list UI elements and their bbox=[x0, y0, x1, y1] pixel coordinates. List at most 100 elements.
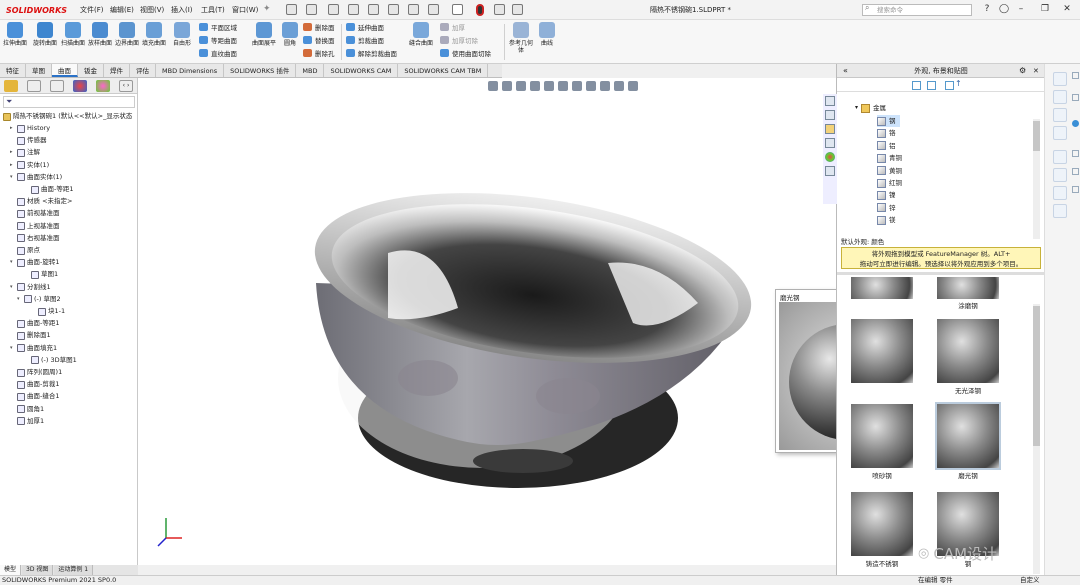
tree-node[interactable]: ▾ 曲面实体(1) bbox=[10, 172, 62, 183]
fillet-button[interactable]: 圆角 bbox=[277, 22, 303, 62]
tab-weldments[interactable]: 焊件 bbox=[104, 64, 130, 77]
tree-node[interactable]: 右视基准面 bbox=[10, 233, 60, 244]
thumbs-scrollbar[interactable] bbox=[1033, 304, 1040, 574]
material-item[interactable]: 镁 bbox=[877, 214, 900, 226]
strip-small-icon[interactable] bbox=[1072, 94, 1079, 101]
expand-toggle-icon[interactable]: ▸ bbox=[10, 123, 15, 134]
new-icon[interactable] bbox=[306, 4, 317, 15]
help-icon[interactable]: ? bbox=[980, 3, 994, 15]
tree-node[interactable]: 曲面-等距1 bbox=[24, 184, 73, 195]
menu-insert[interactable]: 插入(I) bbox=[171, 5, 193, 15]
strip-tool-icon[interactable] bbox=[1053, 186, 1067, 200]
tree-node[interactable]: 圆角1 bbox=[10, 404, 44, 415]
material-list-scrollbar[interactable] bbox=[1033, 119, 1040, 239]
explorer-tab-icon[interactable] bbox=[825, 138, 835, 148]
strip-small-icon[interactable] bbox=[1072, 168, 1079, 175]
appearances-tab-icon[interactable] bbox=[825, 152, 835, 162]
tree-node[interactable]: 块1-1 bbox=[31, 306, 65, 317]
curves-button[interactable]: 曲线 bbox=[534, 22, 560, 62]
user-icon[interactable]: ◯ bbox=[997, 3, 1011, 15]
delete-face-button[interactable]: 删除面 bbox=[303, 22, 343, 32]
appearance-thumbnail[interactable] bbox=[935, 402, 1001, 470]
custom-properties-tab-icon[interactable] bbox=[825, 166, 835, 176]
file-properties-icon[interactable] bbox=[494, 4, 505, 15]
undo-icon[interactable] bbox=[388, 4, 399, 15]
expand-toggle-icon[interactable]: ▸ bbox=[10, 160, 15, 171]
property-manager-tab-icon[interactable] bbox=[27, 80, 41, 92]
boundary-surface-button[interactable]: 边界曲面 bbox=[114, 22, 140, 62]
extrude-surface-button[interactable]: 拉伸曲面 bbox=[2, 22, 28, 62]
tree-node[interactable]: ▾ 分割线1 bbox=[10, 282, 51, 293]
surface-cut-button[interactable]: 使用曲面切除 bbox=[440, 48, 502, 58]
scrollbar-thumb[interactable] bbox=[1033, 121, 1040, 151]
options-gear-icon[interactable] bbox=[512, 4, 523, 15]
tree-node[interactable]: ▾ 曲面填充1 bbox=[10, 343, 57, 354]
strip-tool-icon[interactable] bbox=[1053, 168, 1067, 182]
solidworks-logo[interactable]: SOLIDWORKS bbox=[4, 3, 67, 17]
menu-window[interactable]: 窗口(W) bbox=[232, 5, 258, 15]
tab-model[interactable]: 模型 bbox=[0, 565, 22, 575]
tab-sketch[interactable]: 草图 bbox=[26, 64, 52, 77]
tree-node[interactable]: 上视基准面 bbox=[10, 221, 60, 232]
surface-flatten-button[interactable]: 曲面展平 bbox=[251, 22, 277, 62]
expand-toggle-icon[interactable]: ▾ bbox=[10, 343, 15, 354]
refresh-icon[interactable] bbox=[945, 81, 954, 90]
thicken-button[interactable]: 加厚 bbox=[440, 22, 502, 32]
expand-toggle-icon[interactable]: ▸ bbox=[10, 147, 15, 158]
sweep-surface-button[interactable]: 扫描曲面 bbox=[60, 22, 86, 62]
tree-filter-field[interactable]: ⏷ bbox=[3, 96, 135, 108]
close-button[interactable]: ✕ bbox=[1060, 3, 1074, 15]
strip-tool-icon[interactable] bbox=[1053, 126, 1067, 140]
back-icon[interactable] bbox=[912, 81, 921, 90]
appearance-thumbnail[interactable] bbox=[851, 319, 913, 383]
strip-small-icon[interactable] bbox=[1072, 72, 1079, 79]
menu-tools[interactable]: 工具(T) bbox=[201, 5, 225, 15]
tab-3d-view[interactable]: 3D 视图 bbox=[22, 565, 54, 575]
appearance-thumbnail[interactable] bbox=[937, 277, 999, 299]
configuration-manager-tab-icon[interactable] bbox=[50, 80, 64, 92]
tab-evaluate[interactable]: 评估 bbox=[130, 64, 156, 77]
material-item[interactable]: 青铜 bbox=[877, 152, 906, 164]
knit-surface-button[interactable]: 缝合曲面 bbox=[408, 22, 434, 62]
tree-node[interactable]: (-) 3D草图1 bbox=[24, 355, 77, 366]
expand-toggle-icon[interactable]: ▾ bbox=[10, 282, 15, 293]
reference-geometry-button[interactable]: 参考几何体 bbox=[508, 22, 534, 62]
tab-solidworks-addins[interactable]: SOLIDWORKS 插件 bbox=[224, 64, 297, 77]
menu-edit[interactable]: 编辑(E) bbox=[110, 5, 134, 15]
forward-icon[interactable] bbox=[927, 81, 936, 90]
resources-tab-icon[interactable] bbox=[825, 110, 835, 120]
tree-node[interactable]: 曲面-等距1 bbox=[10, 318, 59, 329]
strip-small-icon[interactable] bbox=[1072, 186, 1079, 193]
tree-node[interactable]: ▾ 曲面-旋转1 bbox=[10, 257, 59, 268]
untrim-surface-button[interactable]: 解除剪裁曲面 bbox=[346, 48, 408, 58]
loft-surface-button[interactable]: 放样曲面 bbox=[87, 22, 113, 62]
more-tabs-chevron-icon[interactable]: ‹ › bbox=[119, 80, 133, 92]
tab-solidworks-cam[interactable]: SOLIDWORKS CAM bbox=[324, 64, 399, 77]
thickened-cut-button[interactable]: 加厚切除 bbox=[440, 35, 502, 45]
strip-tool-icon[interactable] bbox=[1053, 72, 1067, 86]
tree-node[interactable]: 草图1 bbox=[24, 269, 58, 280]
delete-hole-button[interactable]: 删除孔 bbox=[303, 48, 343, 58]
tree-node[interactable]: 传感器 bbox=[10, 135, 47, 146]
open-icon[interactable] bbox=[328, 4, 339, 15]
strip-tool-icon[interactable] bbox=[1053, 150, 1067, 164]
material-item[interactable]: 钢 bbox=[877, 115, 900, 127]
trim-surface-button[interactable]: 剪裁曲面 bbox=[346, 35, 408, 45]
tree-node[interactable]: 材质 <未指定> bbox=[10, 196, 72, 207]
tab-mbd-dimensions[interactable]: MBD Dimensions bbox=[156, 64, 225, 77]
tree-node[interactable]: 前视基准面 bbox=[10, 208, 60, 219]
print-icon[interactable] bbox=[368, 4, 379, 15]
material-item[interactable]: 铬 bbox=[877, 127, 900, 139]
freeform-button[interactable]: 自由形 bbox=[169, 22, 195, 62]
bowl-model[interactable] bbox=[138, 78, 836, 565]
tree-node[interactable]: ▾ (-) 草图2 bbox=[17, 294, 61, 305]
scrollbar-thumb[interactable] bbox=[1033, 306, 1040, 446]
tree-node[interactable]: 原点 bbox=[10, 245, 40, 256]
tab-motion-study[interactable]: 运动算例 1 bbox=[54, 565, 94, 575]
tree-node[interactable]: 加厚1 bbox=[10, 416, 44, 427]
extend-surface-button[interactable]: 延伸曲面 bbox=[346, 22, 408, 32]
tab-features[interactable]: 特征 bbox=[0, 64, 26, 77]
tree-folder-metal[interactable]: ▾ 金属 bbox=[855, 102, 886, 114]
filled-surface-button[interactable]: 填充曲面 bbox=[141, 22, 167, 62]
material-item[interactable]: 镍 bbox=[877, 189, 900, 201]
